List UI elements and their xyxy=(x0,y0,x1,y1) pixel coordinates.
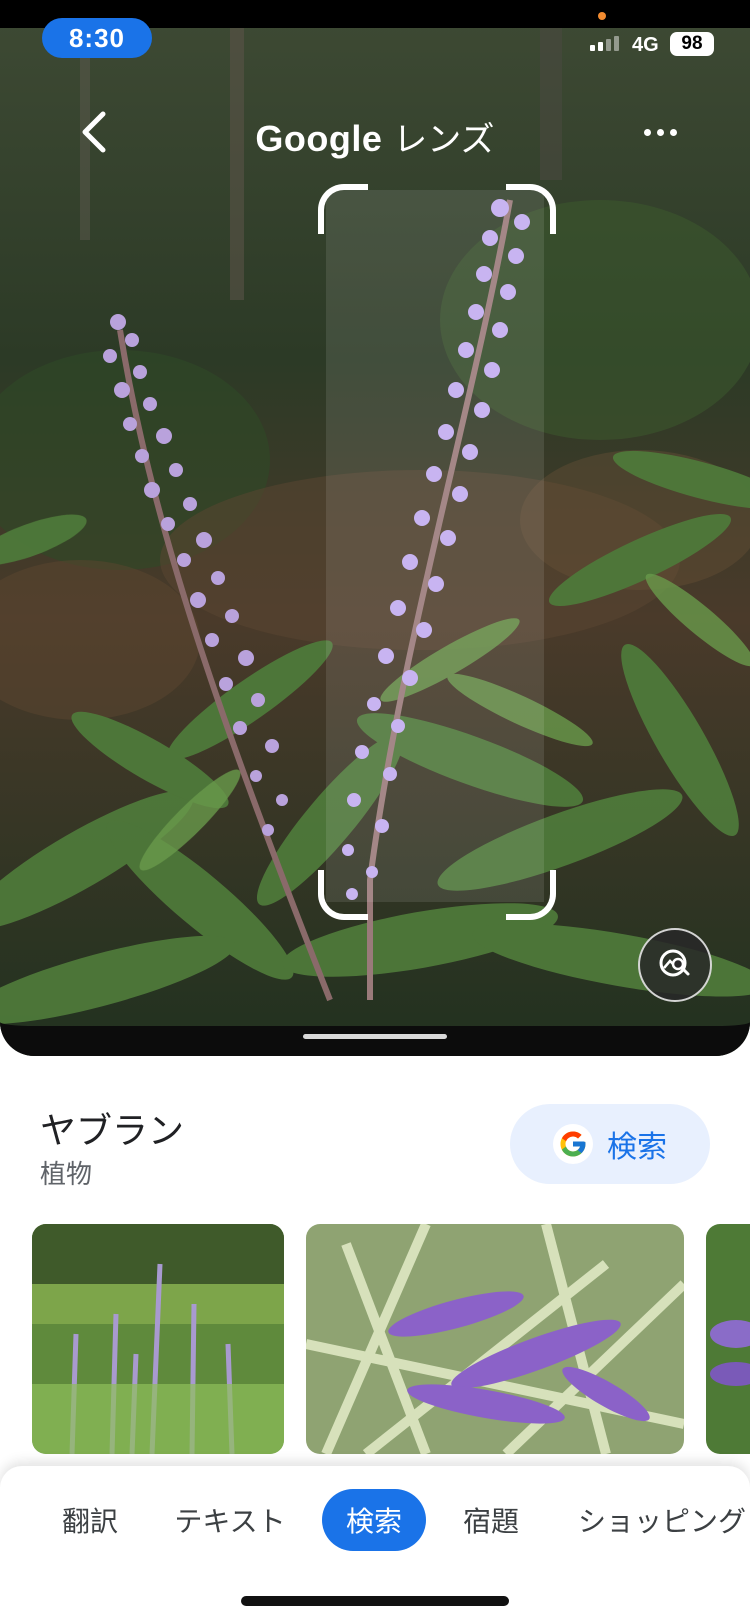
image-search-icon xyxy=(659,949,690,977)
google-g-icon xyxy=(553,1124,593,1164)
tab-translate[interactable]: 翻訳 xyxy=(52,1489,128,1551)
result-category: 植物 xyxy=(40,1160,93,1190)
battery-icon: 98 xyxy=(670,32,714,56)
more-options-button[interactable] xyxy=(636,116,684,148)
crop-corner-top-right-icon[interactable] xyxy=(506,184,556,234)
tab-homework[interactable]: 宿題 xyxy=(452,1489,530,1551)
thumbnail-1[interactable] xyxy=(32,1224,284,1454)
image-search-button[interactable] xyxy=(638,928,712,1002)
thumbnail-3[interactable] xyxy=(706,1224,750,1454)
signal-icon xyxy=(590,36,619,51)
image-viewer[interactable]: Google レンズ xyxy=(0,0,750,1056)
result-title: ヤブラン xyxy=(40,1111,185,1152)
home-indicator[interactable] xyxy=(241,1596,509,1606)
more-dot xyxy=(656,128,664,136)
title-product: レンズ xyxy=(393,120,495,160)
status-time: 8:30 xyxy=(42,18,152,58)
thumbnail-image xyxy=(32,1224,284,1454)
crop-corner-top-left-icon[interactable] xyxy=(318,184,368,234)
thumbnail-image xyxy=(306,1224,684,1454)
google-search-button[interactable]: 検索 xyxy=(510,1104,710,1184)
more-vert-icon xyxy=(643,128,651,136)
tab-shopping[interactable]: ショッピング xyxy=(578,1489,750,1551)
tab-text[interactable]: テキスト xyxy=(172,1489,288,1551)
crop-region[interactable] xyxy=(326,190,544,902)
more-dot xyxy=(669,128,677,136)
title-brand: Google xyxy=(255,118,383,159)
thumbnail-2[interactable] xyxy=(306,1224,684,1454)
network-label: 4G xyxy=(632,34,659,56)
search-button-label: 検索 xyxy=(607,1130,667,1165)
crop-corner-bottom-left-icon[interactable] xyxy=(318,870,368,920)
tab-search[interactable]: 検索 xyxy=(322,1489,426,1551)
thumbnail-image xyxy=(706,1224,750,1454)
sheet-grab-handle[interactable] xyxy=(303,1034,447,1039)
privacy-indicator xyxy=(598,12,606,20)
